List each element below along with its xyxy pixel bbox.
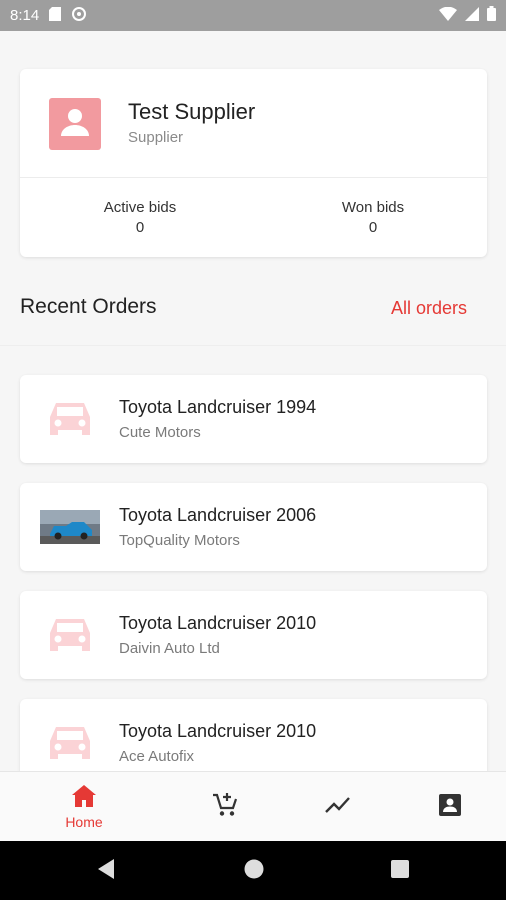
nav-home[interactable]: Home [24, 772, 144, 842]
car-placeholder-icon [40, 613, 100, 657]
stat-label: Won bids [341, 199, 405, 216]
divider [20, 177, 487, 178]
order-title: Toyota Landcruiser 2010 [119, 613, 317, 633]
recents-icon[interactable] [390, 858, 410, 885]
signal-icon [465, 6, 479, 25]
status-bar: 8:14 [0, 0, 506, 31]
bottom-nav: Home [0, 771, 506, 841]
data-saver-icon [71, 6, 87, 26]
status-time: 8:14 [10, 7, 40, 24]
nav-trending[interactable] [278, 772, 398, 842]
order-supplier: Daivin Auto Ltd [119, 640, 220, 657]
order-title: Toyota Landcruiser 1994 [119, 397, 317, 417]
nav-add-to-cart[interactable] [165, 772, 285, 842]
profile-card: Test Supplier Supplier Active bids 0 Won… [20, 69, 487, 257]
avatar [49, 98, 101, 150]
nav-label: Home [65, 813, 103, 830]
back-icon[interactable] [96, 858, 116, 885]
order-card[interactable]: Toyota Landcruiser 2010 Daivin Auto Ltd [20, 591, 487, 679]
person-icon [57, 104, 93, 145]
sd-card-icon [49, 6, 62, 25]
stat-value: 0 [368, 219, 378, 236]
divider [0, 345, 506, 346]
order-title: Toyota Landcruiser 2006 [119, 505, 317, 525]
order-supplier: TopQuality Motors [119, 532, 240, 549]
active-bids-stat: Active bids 0 [40, 199, 240, 236]
won-bids-stat: Won bids 0 [273, 199, 473, 236]
order-supplier: Cute Motors [119, 424, 201, 441]
wifi-icon [439, 6, 457, 25]
stat-value: 0 [135, 219, 145, 236]
car-placeholder-icon [40, 397, 100, 441]
add-to-cart-icon [212, 792, 238, 823]
order-supplier: Ace Autofix [119, 748, 195, 765]
order-card[interactable]: Toyota Landcruiser 1994 Cute Motors [20, 375, 487, 463]
battery-icon [487, 6, 496, 25]
car-photo [40, 505, 100, 549]
car-placeholder-icon [40, 721, 100, 765]
account-box-icon [439, 793, 461, 821]
profile-role: Supplier [128, 129, 184, 146]
all-orders-link[interactable]: All orders [391, 298, 467, 319]
trending-icon [325, 796, 351, 819]
stat-label: Active bids [103, 199, 177, 216]
home-icon [72, 784, 96, 812]
system-nav-bar [0, 841, 506, 900]
order-card[interactable]: Toyota Landcruiser 2006 TopQuality Motor… [20, 483, 487, 571]
section-title: Recent Orders [20, 295, 157, 318]
order-title: Toyota Landcruiser 2010 [119, 721, 317, 741]
nav-account[interactable] [390, 772, 506, 842]
profile-name: Test Supplier [128, 99, 256, 124]
home-circle-icon[interactable] [243, 858, 265, 885]
